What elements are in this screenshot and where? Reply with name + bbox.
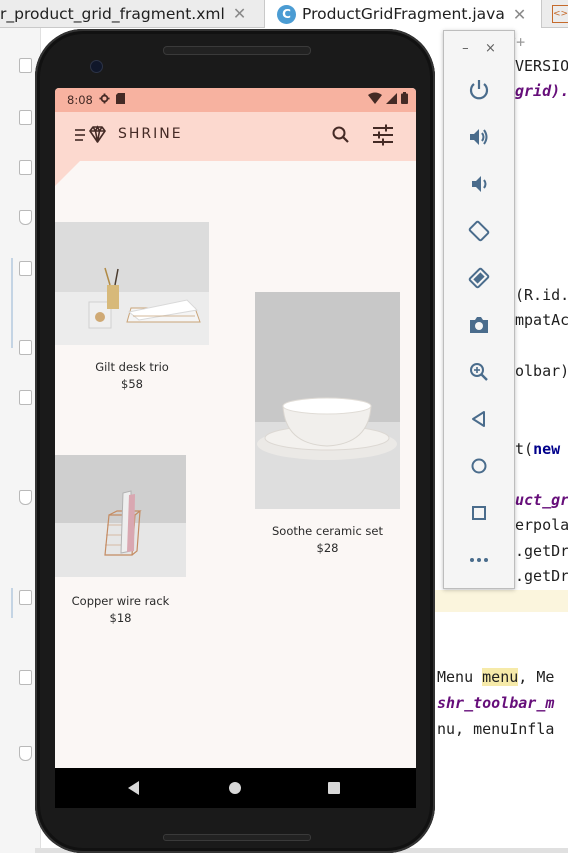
rotate-left-icon[interactable] bbox=[466, 218, 492, 244]
fold-marker-icon[interactable] bbox=[19, 58, 32, 73]
backdrop-cut-corner bbox=[55, 160, 81, 186]
editor-tab-bar: r_product_grid_fragment.xml ✕ C ProductG… bbox=[0, 0, 568, 28]
earpiece-speaker bbox=[163, 46, 311, 55]
code-text: erpola bbox=[515, 516, 568, 534]
close-icon[interactable]: ✕ bbox=[233, 4, 246, 23]
product-card[interactable]: Gilt desk trio $58 bbox=[55, 222, 209, 392]
status-bar: 8:08 bbox=[55, 88, 416, 112]
code-text: .getDr bbox=[515, 567, 568, 585]
zoom-icon[interactable] bbox=[466, 359, 492, 385]
change-marker bbox=[11, 588, 13, 618]
search-icon[interactable] bbox=[330, 124, 352, 146]
product-image bbox=[55, 455, 186, 577]
app-toolbar: SHRINE bbox=[55, 112, 416, 158]
recents-icon[interactable] bbox=[328, 782, 340, 794]
close-button[interactable]: × bbox=[485, 41, 496, 56]
product-title: Soothe ceramic set bbox=[271, 524, 384, 538]
front-camera bbox=[90, 60, 103, 73]
battery-icon bbox=[401, 92, 408, 104]
code-text: uct_gr bbox=[515, 491, 568, 509]
tune-icon[interactable] bbox=[371, 123, 395, 147]
code-text: mpatAc bbox=[515, 311, 568, 329]
menu-icon[interactable] bbox=[73, 125, 107, 145]
power-icon[interactable] bbox=[466, 77, 492, 103]
fold-marker-icon[interactable] bbox=[19, 590, 32, 605]
status-time: 8:08 bbox=[67, 93, 93, 107]
product-card[interactable]: Soothe ceramic set $28 bbox=[255, 292, 400, 557]
overview-icon[interactable] bbox=[466, 500, 492, 526]
fold-marker-icon[interactable] bbox=[19, 746, 32, 761]
sd-card-icon bbox=[115, 93, 125, 107]
code-text: olbar) bbox=[515, 362, 568, 380]
more-icon[interactable] bbox=[466, 547, 492, 573]
tab-product-grid-fragment-xml[interactable]: r_product_grid_fragment.xml ✕ bbox=[0, 0, 262, 27]
fold-marker-icon[interactable] bbox=[19, 261, 32, 276]
volume-up-icon[interactable] bbox=[466, 124, 492, 150]
code-text: VERSIO bbox=[515, 57, 568, 75]
code-text: nu, menuInfla bbox=[437, 720, 555, 738]
code-text: .getDr bbox=[515, 542, 568, 560]
emulator-controls-panel: – × bbox=[443, 30, 515, 589]
close-icon[interactable]: ✕ bbox=[513, 5, 526, 24]
fold-marker-icon[interactable] bbox=[19, 670, 32, 685]
fold-marker-icon[interactable] bbox=[19, 340, 32, 355]
rotate-right-icon[interactable] bbox=[466, 265, 492, 291]
app-title: SHRINE bbox=[118, 126, 183, 142]
screenshot-icon[interactable] bbox=[466, 312, 492, 338]
product-image bbox=[55, 222, 209, 345]
volume-down-icon[interactable] bbox=[466, 171, 492, 197]
diamond-logo-icon bbox=[89, 125, 106, 143]
panel-window-controls: – × bbox=[444, 41, 514, 56]
code-text: (R.id. bbox=[515, 286, 568, 304]
signal-icon bbox=[386, 93, 397, 104]
product-price: $18 bbox=[109, 611, 132, 625]
fold-marker-icon[interactable] bbox=[19, 210, 32, 225]
back-icon[interactable] bbox=[466, 406, 492, 432]
product-image bbox=[255, 292, 400, 509]
code-text: t(new bbox=[515, 440, 561, 458]
change-marker bbox=[11, 258, 13, 348]
tab-label: ProductGridFragment.java bbox=[302, 5, 505, 23]
fold-marker-icon[interactable] bbox=[19, 160, 32, 175]
product-price: $58 bbox=[121, 377, 143, 391]
backdrop-edge bbox=[55, 158, 416, 161]
home-icon[interactable] bbox=[466, 453, 492, 479]
product-title: Copper wire rack bbox=[71, 594, 170, 608]
java-class-icon: C bbox=[277, 4, 296, 24]
bottom-speaker bbox=[163, 834, 311, 841]
product-price: $28 bbox=[316, 541, 339, 555]
product-card[interactable]: Copper wire rack $18 bbox=[55, 455, 186, 625]
minimize-button[interactable]: – bbox=[462, 41, 469, 56]
home-icon[interactable] bbox=[229, 782, 241, 794]
fold-marker-icon[interactable] bbox=[19, 490, 32, 505]
code-text: shr_toolbar_m bbox=[437, 694, 555, 712]
wifi-icon bbox=[368, 92, 382, 104]
device-screen[interactable]: 8:08 SHRINE Gilt desk trio $58 Soothe ce… bbox=[55, 88, 416, 808]
product-title: Gilt desk trio bbox=[95, 360, 169, 374]
android-nav-bar bbox=[55, 768, 416, 808]
tab-overflow[interactable]: <> bbox=[542, 0, 568, 27]
code-text: grid). bbox=[515, 82, 568, 100]
fold-marker-icon[interactable] bbox=[19, 390, 32, 405]
tab-product-grid-fragment-java[interactable]: C ProductGridFragment.java ✕ bbox=[264, 0, 542, 28]
back-icon[interactable] bbox=[128, 781, 139, 795]
status-icons bbox=[368, 92, 408, 104]
tab-label: r_product_grid_fragment.xml bbox=[0, 4, 225, 23]
settings-icon bbox=[99, 93, 110, 107]
code-text: Menu menu, Me bbox=[437, 668, 555, 686]
xml-file-icon: <> bbox=[552, 4, 568, 23]
fold-marker-icon[interactable] bbox=[19, 110, 32, 125]
